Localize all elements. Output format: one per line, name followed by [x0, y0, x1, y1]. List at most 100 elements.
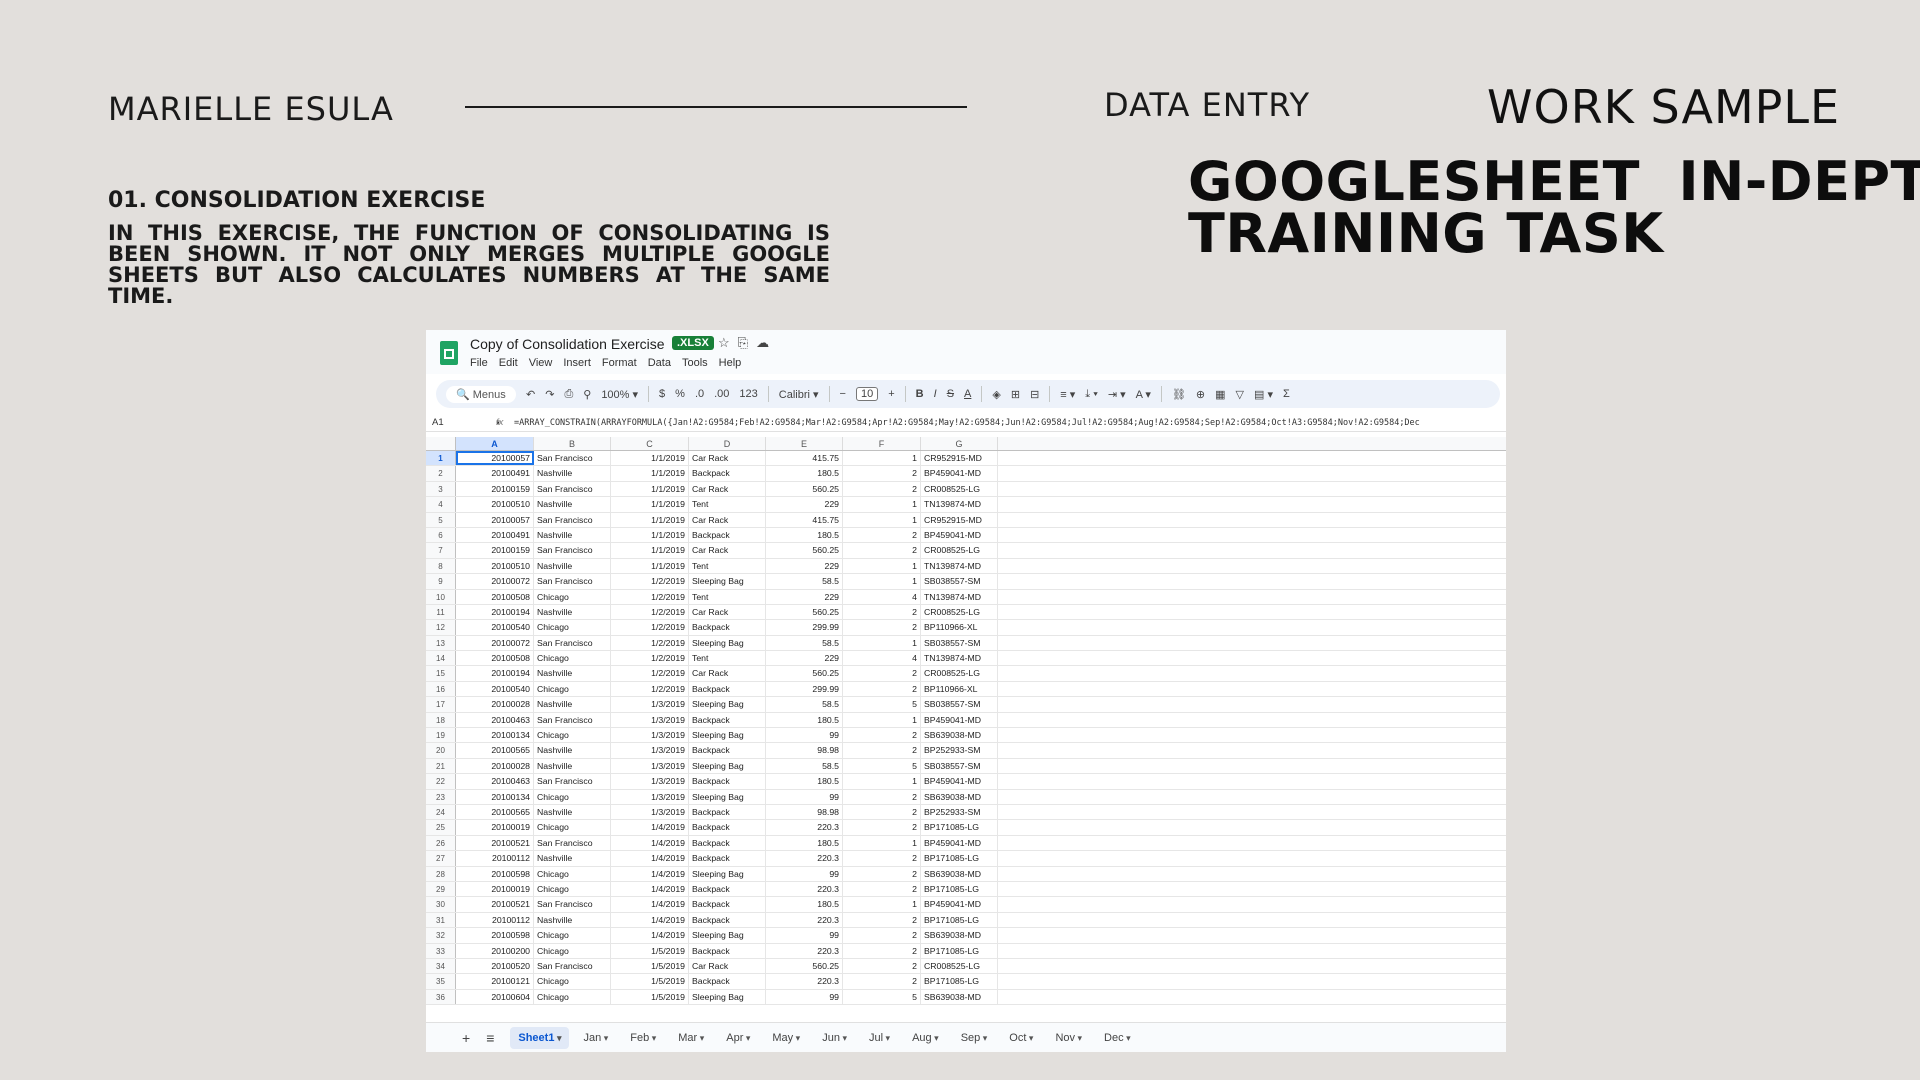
table-cell[interactable]: San Francisco: [534, 635, 611, 651]
menu-edit[interactable]: Edit: [499, 357, 518, 369]
table-cell[interactable]: Sleeping Bag: [689, 697, 766, 712]
table-cell[interactable]: 4: [843, 589, 921, 604]
column-header-g[interactable]: G: [921, 437, 998, 450]
table-cell[interactable]: 20100019: [456, 820, 534, 835]
table-cell[interactable]: 99: [766, 989, 843, 1005]
table-cell[interactable]: Backpack: [689, 851, 766, 866]
table-cell[interactable]: BP252933-SM: [921, 804, 998, 820]
table-cell[interactable]: 1/3/2019: [611, 743, 689, 758]
table-cell[interactable]: BP171085-LG: [921, 943, 998, 958]
row-header[interactable]: 17: [426, 697, 456, 712]
table-cell[interactable]: 220.3: [766, 974, 843, 989]
table-cell[interactable]: San Francisco: [534, 574, 611, 589]
table-cell[interactable]: 1/2/2019: [611, 604, 689, 620]
table-cell[interactable]: 98.98: [766, 743, 843, 758]
table-cell[interactable]: 4: [843, 651, 921, 666]
number-format-button[interactable]: 123: [739, 388, 757, 400]
increase-font-size-button[interactable]: +: [888, 388, 894, 400]
table-cell[interactable]: San Francisco: [534, 543, 611, 558]
table-cell[interactable]: Nashville: [534, 851, 611, 866]
table-cell[interactable]: 1/4/2019: [611, 912, 689, 928]
currency-format-button[interactable]: $: [659, 388, 665, 400]
table-cell[interactable]: Backpack: [689, 943, 766, 958]
table-cell[interactable]: 180.5: [766, 527, 843, 543]
table-cell[interactable]: 1: [843, 497, 921, 512]
table-cell[interactable]: BP171085-LG: [921, 881, 998, 897]
table-cell[interactable]: 1: [843, 635, 921, 651]
table-cell[interactable]: 1/5/2019: [611, 989, 689, 1005]
table-cell[interactable]: 20100019: [456, 881, 534, 897]
add-sheet-button[interactable]: +: [462, 1030, 470, 1046]
sheet-tab-nov[interactable]: Nov: [1047, 1027, 1090, 1049]
table-cell[interactable]: 415.75: [766, 512, 843, 527]
merge-cells-icon[interactable]: ⊟: [1030, 388, 1039, 401]
table-cell[interactable]: 1/2/2019: [611, 681, 689, 697]
table-cell[interactable]: 1/1/2019: [611, 512, 689, 527]
table-cell[interactable]: SB639038-MD: [921, 989, 998, 1005]
table-cell[interactable]: 1/1/2019: [611, 497, 689, 512]
table-cell[interactable]: Sleeping Bag: [689, 758, 766, 774]
table-cell[interactable]: 20100521: [456, 897, 534, 912]
table-cell[interactable]: TN139874-MD: [921, 497, 998, 512]
table-cell[interactable]: 99: [766, 728, 843, 743]
table-cell[interactable]: 2: [843, 851, 921, 866]
table-cell[interactable]: Nashville: [534, 804, 611, 820]
table-cell[interactable]: Backpack: [689, 774, 766, 789]
text-color-button[interactable]: A: [964, 388, 971, 400]
table-cell[interactable]: 299.99: [766, 681, 843, 697]
table-cell[interactable]: 1: [843, 712, 921, 728]
row-header[interactable]: 22: [426, 774, 456, 789]
table-cell[interactable]: Sleeping Bag: [689, 635, 766, 651]
table-cell[interactable]: 180.5: [766, 897, 843, 912]
sheet-tab-sheet1[interactable]: Sheet1: [510, 1026, 570, 1049]
table-cell[interactable]: CR952915-MD: [921, 451, 998, 466]
table-cell[interactable]: Chicago: [534, 681, 611, 697]
table-cell[interactable]: 2: [843, 466, 921, 481]
table-cell[interactable]: 20100508: [456, 589, 534, 604]
table-cell[interactable]: SB639038-MD: [921, 789, 998, 804]
column-header-f[interactable]: F: [843, 437, 921, 450]
table-cell[interactable]: 1/1/2019: [611, 543, 689, 558]
table-cell[interactable]: 2: [843, 481, 921, 497]
table-cell[interactable]: San Francisco: [534, 451, 611, 466]
strikethrough-button[interactable]: S: [947, 388, 954, 400]
table-cell[interactable]: 99: [766, 928, 843, 943]
table-cell[interactable]: SB639038-MD: [921, 866, 998, 881]
column-header-d[interactable]: D: [689, 437, 766, 450]
table-cell[interactable]: San Francisco: [534, 481, 611, 497]
italic-button[interactable]: I: [934, 388, 937, 400]
table-cell[interactable]: 220.3: [766, 851, 843, 866]
table-cell[interactable]: 1/1/2019: [611, 451, 689, 466]
table-cell[interactable]: Chicago: [534, 620, 611, 635]
table-cell[interactable]: 1/5/2019: [611, 958, 689, 974]
table-cell[interactable]: 299.99: [766, 620, 843, 635]
table-cell[interactable]: 20100521: [456, 835, 534, 851]
table-cell[interactable]: 1: [843, 558, 921, 574]
table-cell[interactable]: 20100134: [456, 728, 534, 743]
table-cell[interactable]: 560.25: [766, 958, 843, 974]
table-cell[interactable]: 220.3: [766, 912, 843, 928]
print-icon[interactable]: ⎙: [564, 388, 573, 401]
table-cell[interactable]: Sleeping Bag: [689, 789, 766, 804]
text-rotation-icon[interactable]: A ▾: [1136, 388, 1151, 401]
undo-icon[interactable]: ↶: [526, 388, 535, 401]
table-cell[interactable]: 1/4/2019: [611, 820, 689, 835]
filter-icon[interactable]: ▽: [1236, 388, 1244, 401]
table-cell[interactable]: Backpack: [689, 820, 766, 835]
table-cell[interactable]: 1: [843, 512, 921, 527]
table-cell[interactable]: 1/1/2019: [611, 481, 689, 497]
sheet-tab-aug[interactable]: Aug: [904, 1027, 947, 1049]
table-cell[interactable]: BP110966-XL: [921, 681, 998, 697]
table-cell[interactable]: 180.5: [766, 835, 843, 851]
table-cell[interactable]: CR008525-LG: [921, 604, 998, 620]
table-cell[interactable]: 58.5: [766, 697, 843, 712]
table-cell[interactable]: 2: [843, 789, 921, 804]
table-cell[interactable]: Chicago: [534, 974, 611, 989]
menu-data[interactable]: Data: [648, 357, 671, 369]
row-header[interactable]: 27: [426, 851, 456, 866]
table-cell[interactable]: 2: [843, 928, 921, 943]
sheet-tab-feb[interactable]: Feb: [622, 1027, 664, 1049]
table-cell[interactable]: 220.3: [766, 820, 843, 835]
row-header[interactable]: 33: [426, 943, 456, 958]
table-cell[interactable]: BP171085-LG: [921, 912, 998, 928]
